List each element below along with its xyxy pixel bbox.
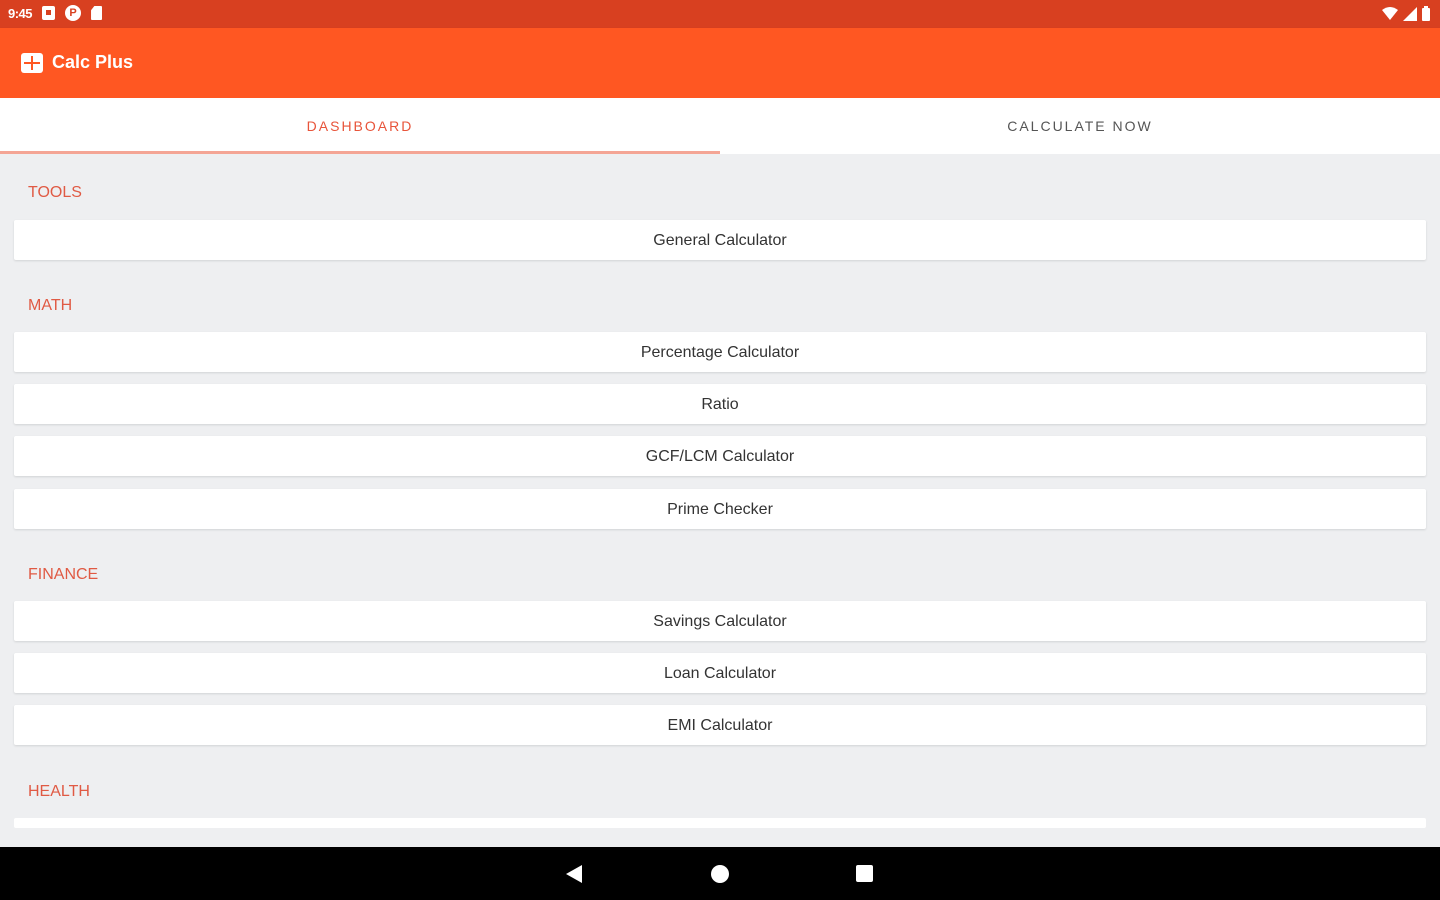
notification-square-icon: [42, 6, 56, 20]
back-icon[interactable]: [566, 865, 582, 883]
app-title: Calc Plus: [52, 52, 134, 72]
section-header-finance: FINANCE: [28, 566, 99, 583]
sd-card-icon: [91, 6, 103, 20]
p-circle-icon: P: [65, 5, 82, 21]
list-item-loan-calculator[interactable]: Loan Calculator: [14, 653, 1426, 693]
status-left: 9:45 P: [8, 5, 103, 21]
tab-indicator: [0, 151, 720, 154]
calculator-icon: [21, 53, 43, 73]
wifi-icon: [1382, 6, 1398, 20]
navigation-bar: [0, 847, 1440, 900]
status-bar: 9:45 P: [0, 0, 1440, 28]
status-time: 9:45: [8, 5, 33, 21]
list-item-general-calculator[interactable]: General Calculator: [14, 220, 1426, 260]
section-header-tools: TOOLS: [28, 184, 82, 201]
section-header-health: HEALTH: [28, 783, 90, 800]
tab-calculate-now[interactable]: CALCULATE NOW: [720, 98, 1440, 154]
list-item-savings-calculator[interactable]: Savings Calculator: [14, 601, 1426, 641]
signal-icon: [1403, 6, 1417, 21]
list-item-partial[interactable]: [14, 818, 1426, 828]
home-icon[interactable]: [711, 865, 729, 883]
tab-dashboard[interactable]: DASHBOARD: [0, 98, 720, 154]
status-right: [1382, 6, 1430, 21]
list-item-ratio[interactable]: Ratio: [14, 384, 1426, 424]
list-item-emi-calculator[interactable]: EMI Calculator: [14, 705, 1426, 745]
list-item-gcf-lcm-calculator[interactable]: GCF/LCM Calculator: [14, 436, 1426, 476]
list-item-percentage-calculator[interactable]: Percentage Calculator: [14, 332, 1426, 372]
list-item-prime-checker[interactable]: Prime Checker: [14, 489, 1426, 529]
battery-icon: [1422, 6, 1430, 21]
section-header-math: MATH: [28, 297, 73, 314]
app-bar: Calc Plus: [0, 28, 1440, 98]
recents-icon[interactable]: [856, 865, 873, 882]
tab-bar: DASHBOARD CALCULATE NOW: [0, 98, 1440, 154]
